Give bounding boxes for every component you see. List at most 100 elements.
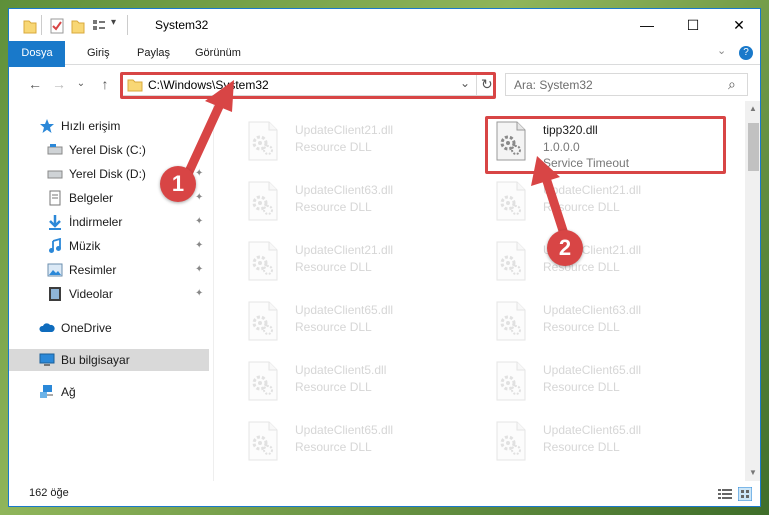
maximize-button[interactable]: ☐ [670,9,716,41]
sidebar-item-bu-bilgisayar[interactable]: Bu bilgisayar [9,349,209,371]
sidebar-item-videolar[interactable]: Videolar ✦ [9,283,209,305]
step-1-badge: 1 [160,166,196,202]
pictures-icon [47,263,63,277]
ribbon-tabs: Dosya Giriş Paylaş Görünüm ⌄ ? [9,41,760,91]
customize-quick-access-icon[interactable]: ▾ [111,17,116,35]
file-name: UpdateClient65.dll [295,423,394,437]
dll-file-icon [248,241,278,281]
step-2-badge: 2 [547,230,583,266]
dll-file-icon [248,421,278,461]
tab-giris[interactable]: Giriş [75,41,122,65]
search-icon[interactable]: ⌕ [728,76,736,93]
file-item[interactable]: UpdateClient21.dll Resource DLL [475,233,715,283]
drive-icon [47,170,63,179]
pin-icon[interactable]: ✦ [195,168,204,180]
minimize-button[interactable]: — [624,9,670,41]
file-item[interactable]: UpdateClient63.dll Resource DLL [475,293,715,343]
help-icon[interactable]: ? [739,46,753,60]
pin-icon[interactable]: ✦ [195,216,204,228]
star-icon [40,119,54,133]
pin-icon[interactable]: ✦ [195,144,204,156]
large-icons-view-icon[interactable] [738,487,752,501]
sidebar-item-label: Yerel Disk (C:) [69,143,146,157]
file-item[interactable]: UpdateClient63.dll Resource DLL [227,173,467,223]
search-box[interactable]: Ara: System32 ⌕ [505,73,748,96]
close-button[interactable]: ✕ [716,9,760,41]
tab-paylas[interactable]: Paylaş [125,41,182,65]
sidebar-item-indirmeler[interactable]: İndirmeler ✦ [9,211,209,233]
file-name: UpdateClient65.dll [295,303,394,317]
file-item[interactable]: UpdateClient21.dll Resource DLL [227,233,467,283]
scroll-up-icon[interactable]: ▲ [749,104,757,113]
scroll-thumb[interactable] [748,123,759,171]
dll-file-icon [248,361,278,401]
sidebar-item-resimler[interactable]: Resimler ✦ [9,259,209,281]
navigation-bar: ← → ⌄ ↑ C:\Windows\System32 ⌄ ↻ Ara: Sys… [9,67,760,100]
file-name: UpdateClient63.dll [295,183,394,197]
network-icon [40,385,53,398]
sidebar-item-label: İndirmeler [69,215,123,229]
item-count: 162 öğe [29,487,69,499]
pin-icon[interactable]: ✦ [195,192,204,204]
file-type: Resource DLL [295,140,372,154]
explorer-window: ▾ System32 — ☐ ✕ Dosya Giriş Paylaş Görü… [8,8,761,507]
address-highlight-box [120,72,496,99]
file-name: UpdateClient21.dll [295,243,394,257]
file-item[interactable]: UpdateClient65.dll Resource DLL [227,413,467,463]
file-item[interactable]: UpdateClient21.dll Resource DLL [227,113,467,163]
file-item[interactable]: UpdateClient21.dll Resource DLL [475,173,715,223]
window-title: System32 [155,18,209,32]
sidebar-item-muzik[interactable]: Müzik ✦ [9,235,209,257]
tab-gorunum[interactable]: Görünüm [183,41,253,65]
file-list: UpdateClient21.dll Resource DLL UpdateClie… [215,101,745,481]
sidebar-item-label: OneDrive [61,321,112,335]
videos-icon [49,287,61,301]
forward-icon[interactable]: → [49,75,69,93]
file-item[interactable]: UpdateClient65.dll Resource DLL [227,293,467,343]
pin-icon[interactable]: ✦ [195,288,204,300]
pin-icon[interactable]: ✦ [195,240,204,252]
file-name: UpdateClient21.dll [543,183,642,197]
sidebar-item-label: Videolar [69,287,113,301]
navigation-pane: Hızlı erişim Yerel Disk (C:) ✦ Yerel Dis… [9,101,214,481]
folder-icon[interactable] [23,17,37,35]
back-icon[interactable]: ← [25,75,45,93]
sidebar-item-ag[interactable]: Ağ [9,381,209,403]
documents-icon [49,190,61,206]
new-folder-icon[interactable] [71,17,85,35]
file-item[interactable]: UpdateClient65.dll Resource DLL [475,413,715,463]
file-type: Resource DLL [543,200,620,214]
ribbon-expand-icon[interactable]: ⌄ [717,44,726,57]
details-view-icon[interactable] [718,488,732,500]
sidebar-item-label: Belgeler [69,191,114,205]
file-type: Resource DLL [295,260,372,274]
dll-file-icon [248,301,278,341]
download-icon [49,215,61,230]
recent-locations-icon[interactable]: ⌄ [71,75,91,93]
up-icon[interactable]: ↑ [95,75,115,93]
pin-icon[interactable]: ✦ [195,264,204,276]
view-options-icon[interactable] [91,17,107,35]
file-name: UpdateClient63.dll [543,303,642,317]
target-file-highlight-box [485,116,726,174]
sidebar-item-onedrive[interactable]: OneDrive [9,317,209,339]
dll-file-icon [496,361,526,401]
file-type: Resource DLL [295,380,372,394]
file-item[interactable]: UpdateClient65.dll Resource DLL [475,353,715,403]
title-bar: ▾ System32 — ☐ ✕ [9,9,760,41]
sidebar-item-quick-access[interactable]: Hızlı erişim [9,115,209,137]
properties-icon[interactable] [49,17,65,35]
file-type: Resource DLL [295,200,372,214]
sidebar-item-local-disk-c[interactable]: Yerel Disk (C:) ✦ [9,139,209,161]
vertical-scrollbar[interactable]: ▲ ▼ [745,101,760,481]
dll-file-icon [496,241,526,281]
search-input[interactable]: Ara: System32 [514,78,593,92]
file-item[interactable]: UpdateClient5.dll Resource DLL [227,353,467,403]
file-name: UpdateClient65.dll [543,423,642,437]
file-type: Resource DLL [295,320,372,334]
computer-icon [39,353,55,366]
file-name: UpdateClient5.dll [295,363,387,377]
status-bar: 162 öğe [9,481,760,506]
scroll-down-icon[interactable]: ▼ [749,468,757,477]
dll-file-icon [496,301,526,341]
